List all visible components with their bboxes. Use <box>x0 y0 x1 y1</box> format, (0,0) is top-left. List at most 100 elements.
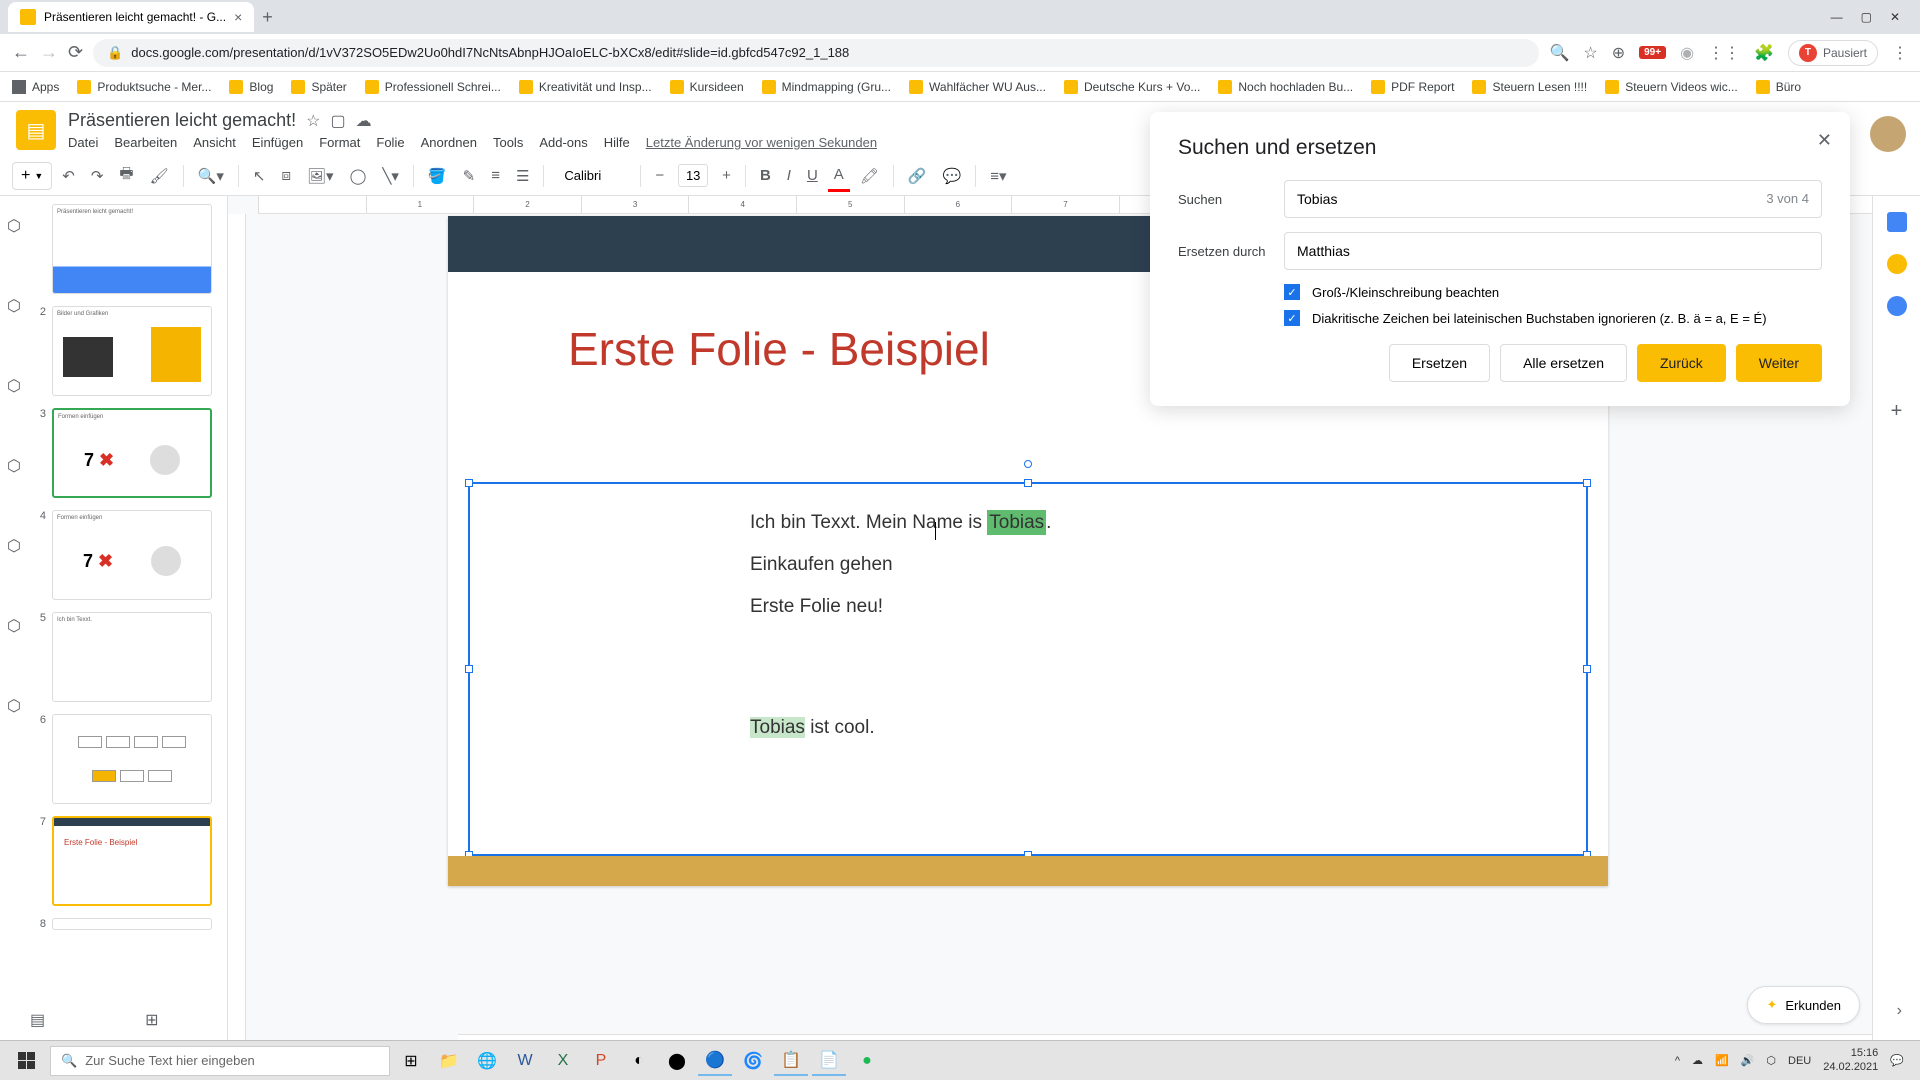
last-edit-link[interactable]: Letzte Änderung vor wenigen Sekunden <box>646 135 877 150</box>
border-color-icon[interactable]: ✎ <box>457 161 482 191</box>
text-content[interactable]: Ich bin Texxt. Mein Name is Tobias. Eink… <box>470 484 1586 767</box>
text-color-icon[interactable]: A <box>828 160 850 192</box>
add-panel-icon[interactable]: + <box>1891 400 1903 423</box>
undo-icon[interactable]: ↶ <box>56 161 81 191</box>
search-input[interactable]: Tobias 3 von 4 <box>1284 180 1822 218</box>
bookmark-item[interactable]: Noch hochladen Bu... <box>1218 80 1353 94</box>
star-icon[interactable]: ☆ <box>1583 43 1597 63</box>
cloud-saved-icon[interactable]: ☁ <box>356 111 372 131</box>
menu-addons[interactable]: Add-ons <box>539 135 587 150</box>
task-view-icon[interactable]: ⊞ <box>394 1046 428 1076</box>
calendar-icon[interactable] <box>1887 212 1907 232</box>
menu-edit[interactable]: Bearbeiten <box>114 135 177 150</box>
slide-thumb-5[interactable]: Ich bin Texxt. <box>52 612 212 702</box>
translate-icon[interactable]: ⊕ <box>1612 43 1625 63</box>
tray-app-icon[interactable]: ⬡ <box>1766 1054 1776 1067</box>
bookmark-item[interactable]: Büro <box>1756 80 1801 94</box>
maximize-icon[interactable]: ▢ <box>1861 10 1872 24</box>
zoom-icon[interactable]: 🔍 <box>1549 43 1569 63</box>
menu-view[interactable]: Ansicht <box>193 135 236 150</box>
select-tool-icon[interactable]: ↖ <box>247 161 272 191</box>
slide-thumb-2[interactable]: Bilder und Grafiken <box>52 306 212 396</box>
rotation-handle[interactable] <box>1024 460 1032 468</box>
menu-help[interactable]: Hilfe <box>604 135 630 150</box>
bookmark-item[interactable]: Mindmapping (Gru... <box>762 80 891 94</box>
comment-icon[interactable]: 💬 <box>937 161 968 191</box>
obs-icon[interactable]: ⬤ <box>660 1046 694 1076</box>
move-icon[interactable]: ▢ <box>330 111 345 131</box>
notifications-icon[interactable]: 💬 <box>1890 1054 1904 1067</box>
font-family-select[interactable]: Calibri <box>552 168 632 183</box>
image-icon[interactable]: 🖼▾ <box>301 161 340 191</box>
new-tab-button[interactable]: + <box>262 7 273 28</box>
replace-all-button[interactable]: Alle ersetzen <box>1500 344 1627 382</box>
bookmark-item[interactable]: Deutsche Kurs + Vo... <box>1064 80 1200 94</box>
chevron-right-icon[interactable]: › <box>1897 1002 1902 1020</box>
minimize-icon[interactable]: — <box>1831 10 1843 24</box>
animation-icon[interactable]: ⬡ <box>7 376 21 396</box>
slide-thumb-3[interactable]: Formen einfügen7 ✖ <box>52 408 212 498</box>
user-avatar[interactable] <box>1870 116 1906 152</box>
bookmark-item[interactable]: Blog <box>229 80 273 94</box>
slide-thumb-1[interactable]: Präsentieren leicht gemacht! <box>52 204 212 294</box>
slide-thumb-7[interactable]: Erste Folie - Beispiel <box>52 816 212 906</box>
bookmark-item[interactable]: Produktsuche - Mer... <box>77 80 211 94</box>
slides-logo-icon[interactable]: ▤ <box>16 110 56 150</box>
app-icon[interactable]: ◐ <box>622 1046 656 1076</box>
grid-view-icon[interactable]: ⊞ <box>145 1010 158 1030</box>
align-icon[interactable]: ≡▾ <box>984 161 1012 191</box>
taskbar-search[interactable]: 🔍 Zur Suche Text hier eingeben <box>50 1046 390 1076</box>
paint-format-icon[interactable]: 🖌 <box>144 161 175 191</box>
bookmark-item[interactable]: Apps <box>12 80 59 94</box>
underline-icon[interactable]: U <box>801 161 824 190</box>
language-indicator[interactable]: DEU <box>1788 1055 1811 1067</box>
extension-icon-2[interactable]: ⋮⋮ <box>1708 43 1740 63</box>
redo-icon[interactable]: ↷ <box>85 161 110 191</box>
resize-handle[interactable] <box>1583 479 1591 487</box>
link-icon[interactable]: 🔗 <box>902 161 933 191</box>
extension-icon[interactable]: ◉ <box>1680 43 1694 63</box>
bookmark-item[interactable]: Später <box>291 80 346 94</box>
tray-chevron-icon[interactable]: ^ <box>1675 1055 1680 1067</box>
bookmark-item[interactable]: Professionell Schrei... <box>365 80 501 94</box>
replace-button[interactable]: Ersetzen <box>1389 344 1490 382</box>
notepad-icon[interactable]: 📄 <box>812 1046 846 1076</box>
document-title[interactable]: Präsentieren leicht gemacht! <box>68 110 296 131</box>
bookmark-item[interactable]: Kursideen <box>670 80 744 94</box>
slide-thumb-8[interactable] <box>52 918 212 930</box>
new-slide-button[interactable]: + ▼ <box>12 162 52 190</box>
bookmark-item[interactable]: Wahlfächer WU Aus... <box>909 80 1046 94</box>
shape-icon[interactable]: ◯ <box>344 161 373 191</box>
bookmark-item[interactable]: Kreativität und Insp... <box>519 80 652 94</box>
keep-icon[interactable] <box>1887 254 1907 274</box>
explore-button[interactable]: ✦ Erkunden <box>1747 986 1860 1024</box>
star-outline-icon[interactable]: ☆ <box>306 111 320 131</box>
print-icon[interactable]: 🖶 <box>113 157 139 194</box>
forward-icon[interactable]: → <box>40 42 58 63</box>
excel-icon[interactable]: X <box>546 1046 580 1076</box>
edge-icon[interactable]: 🌀 <box>736 1046 770 1076</box>
wifi-icon[interactable]: 📶 <box>1715 1054 1729 1067</box>
border-dash-icon[interactable]: ☰ <box>510 161 535 191</box>
font-size-input[interactable] <box>678 164 708 187</box>
animation-icon[interactable]: ⬡ <box>7 296 21 316</box>
address-bar[interactable]: 🔒 docs.google.com/presentation/d/1vV372S… <box>93 39 1539 67</box>
animation-icon[interactable]: ⬡ <box>7 216 21 236</box>
resize-handle[interactable] <box>465 665 473 673</box>
resize-handle[interactable] <box>1583 665 1591 673</box>
menu-tools[interactable]: Tools <box>493 135 523 150</box>
back-button[interactable]: Zurück <box>1637 344 1726 382</box>
animation-icon[interactable]: ⬡ <box>7 616 21 636</box>
menu-insert[interactable]: Einfügen <box>252 135 303 150</box>
filmstrip-view-icon[interactable]: ▤ <box>30 1010 45 1030</box>
powerpoint-icon[interactable]: P <box>584 1046 618 1076</box>
menu-arrange[interactable]: Anordnen <box>421 135 477 150</box>
font-size-decrease[interactable]: − <box>649 161 670 190</box>
browser-tab[interactable]: Präsentieren leicht gemacht! - G... × <box>8 2 254 32</box>
resize-handle[interactable] <box>465 479 473 487</box>
chrome-icon[interactable]: 🔵 <box>698 1046 732 1076</box>
text-box-selected[interactable]: Ich bin Texxt. Mein Name is Tobias. Eink… <box>468 482 1588 856</box>
replace-input[interactable]: Matthias <box>1284 232 1822 270</box>
extensions-puzzle-icon[interactable]: 🧩 <box>1754 43 1774 63</box>
volume-icon[interactable]: 🔊 <box>1741 1054 1755 1067</box>
